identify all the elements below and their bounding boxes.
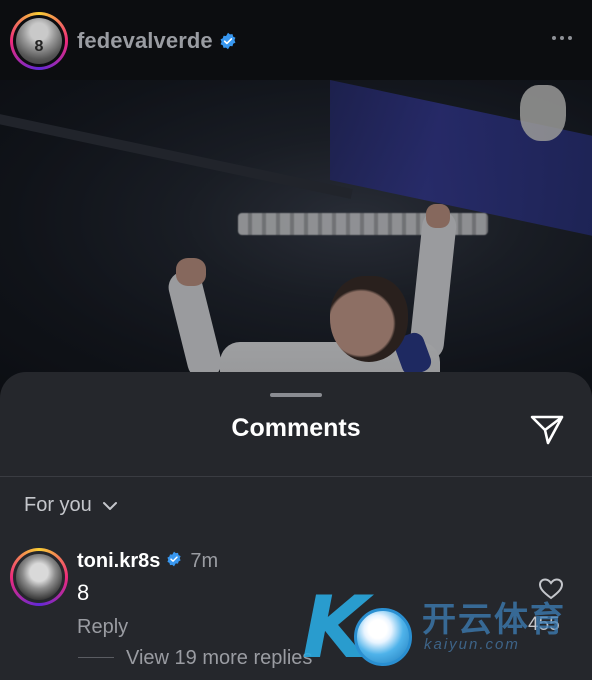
avatar-image: [13, 551, 65, 603]
post-photo[interactable]: [0, 80, 592, 390]
replies-divider: [78, 657, 114, 658]
watermark-chinese-text: 开云体育: [422, 601, 566, 639]
chevron-down-icon: [102, 494, 118, 517]
username-text: fedevalverde: [77, 28, 213, 53]
commenter-username[interactable]: toni.kr8s: [77, 550, 160, 573]
commenter-avatar[interactable]: [10, 548, 68, 606]
comment-text: 8: [77, 580, 90, 605]
verified-badge-icon: [219, 32, 237, 50]
comment-header: toni.kr8s 7m: [77, 550, 218, 573]
reply-button[interactable]: Reply: [77, 616, 128, 639]
share-icon[interactable]: [528, 412, 566, 448]
filter-label: For you: [24, 494, 92, 516]
post-header: 8 fedevalverde: [0, 0, 592, 80]
soccer-ball-icon: [354, 608, 412, 666]
post-author-avatar[interactable]: 8: [10, 12, 68, 70]
comment-timestamp: 7m: [190, 550, 219, 572]
instagram-post-screen: 8 fedevalverde Comments For you toni.kr8…: [0, 0, 592, 680]
view-more-replies-button[interactable]: View 19 more replies: [126, 647, 312, 670]
watermark-url: kaiyun.com: [424, 636, 520, 653]
watermark-logo: K 开云体育 kaiyun.com: [302, 574, 592, 680]
avatar-image: 8: [16, 18, 62, 64]
post-author-username[interactable]: fedevalverde: [77, 28, 237, 54]
verified-badge-icon: [166, 550, 182, 573]
more-options-icon[interactable]: [552, 36, 572, 40]
comment-sort-filter[interactable]: For you: [24, 494, 118, 517]
divider: [0, 476, 592, 477]
sheet-drag-handle[interactable]: [270, 393, 322, 397]
comments-title: Comments: [231, 414, 361, 442]
